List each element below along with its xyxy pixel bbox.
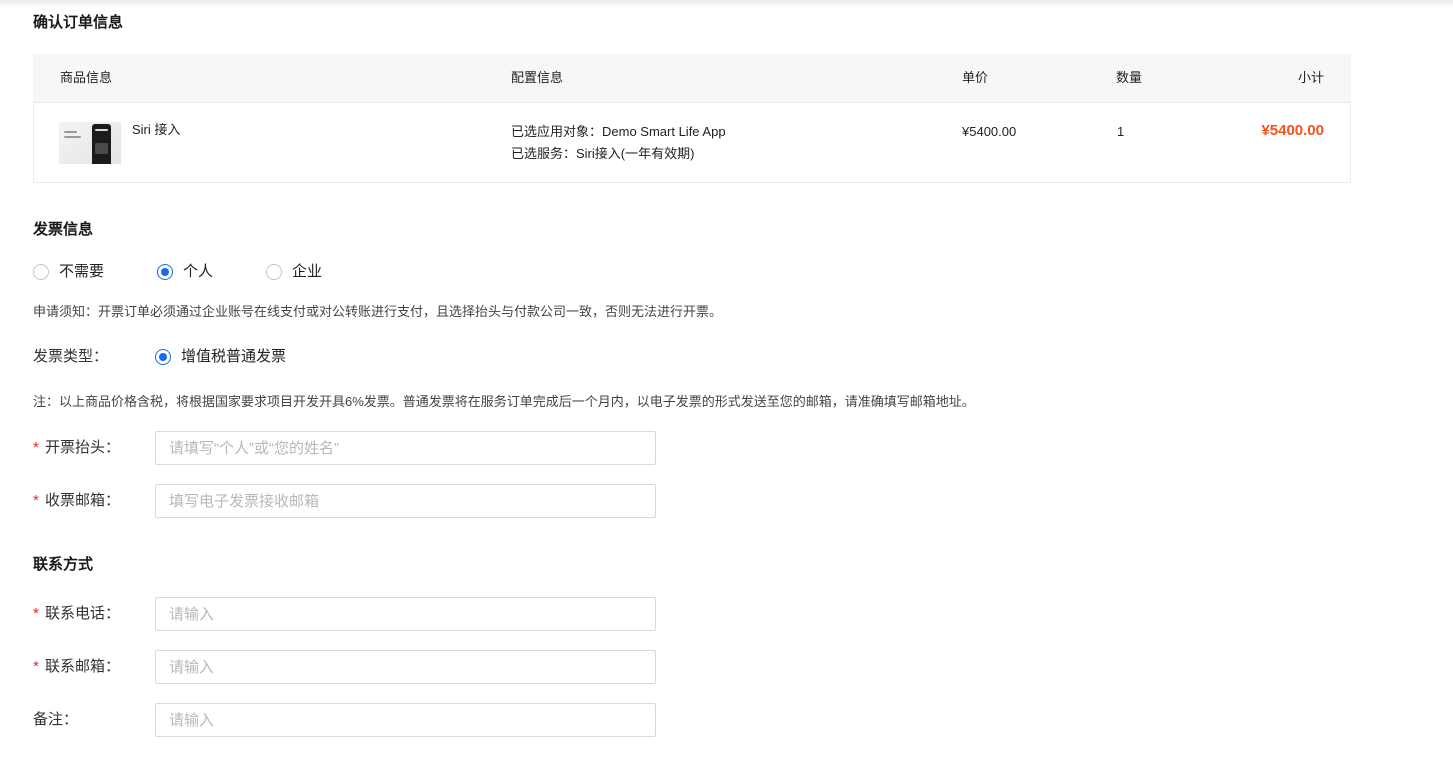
radio-vat-normal[interactable] xyxy=(155,349,171,365)
invoice-email-input[interactable] xyxy=(155,484,656,518)
contact-phone-label: * 联系电话： xyxy=(33,597,120,631)
order-section-title: 确认订单信息 xyxy=(33,14,124,31)
radio-label-vat-normal: 增值税普通发票 xyxy=(181,348,287,365)
config-info: 已选应用对象：Demo Smart Life App 已选服务：Siri接入(一… xyxy=(511,121,726,165)
required-mark: * xyxy=(33,439,39,456)
invoice-email-row: * 收票邮箱： xyxy=(33,484,656,518)
table-header: 商品信息 配置信息 单价 数量 小计 xyxy=(33,54,1351,102)
product-name: Siri 接入 xyxy=(132,122,181,137)
remark-row: 备注： xyxy=(33,703,656,737)
invoice-type-label: 发票类型： xyxy=(33,348,109,365)
radio-company[interactable] xyxy=(266,264,283,280)
siri-product-thumbnail xyxy=(59,122,121,164)
thumbnail-caption-line xyxy=(64,136,81,138)
invoice-notice: 申请须知：开票订单必须通过企业账号在线支付或对公转账进行支付，且选择抬头与付款公… xyxy=(33,304,723,319)
radio-label-personal: 个人 xyxy=(183,263,214,280)
config-line-app: 已选应用对象：Demo Smart Life App xyxy=(511,124,726,139)
phone-mockup-icon xyxy=(92,124,111,164)
column-header-product: 商品信息 xyxy=(60,70,113,85)
contact-email-label-text: 联系邮箱： xyxy=(45,658,121,675)
remark-input[interactable] xyxy=(155,703,656,737)
radio-option-personal[interactable]: 个人 xyxy=(157,262,213,282)
invoice-title-row: * 开票抬头： xyxy=(33,431,656,465)
invoice-note: 注：以上商品价格含税，将根据国家要求项目开发开具6%发票。普通发票将在服务订单完… xyxy=(33,394,975,409)
contact-phone-row: * 联系电话： xyxy=(33,597,656,631)
quantity: 1 xyxy=(1117,124,1125,139)
radio-personal[interactable] xyxy=(157,264,174,280)
invoice-title-label: * 开票抬头： xyxy=(33,431,120,465)
header-shadow xyxy=(0,0,1453,8)
invoice-title-input[interactable] xyxy=(155,431,656,465)
column-header-config: 配置信息 xyxy=(511,70,564,85)
config-line-service: 已选服务：Siri接入(一年有效期) xyxy=(511,146,695,161)
contact-email-row: * 联系邮箱： xyxy=(33,650,656,684)
order-table: 商品信息 配置信息 单价 数量 小计 Siri 接入 已选应用对象：Demo S… xyxy=(33,54,1351,183)
invoice-email-label-text: 收票邮箱： xyxy=(45,492,121,509)
required-mark: * xyxy=(33,492,39,509)
radio-label-company: 企业 xyxy=(292,263,323,280)
radio-none[interactable] xyxy=(33,264,49,280)
radio-option-company[interactable]: 企业 xyxy=(266,262,322,282)
remark-label: 备注： xyxy=(33,711,79,728)
radio-label-none: 不需要 xyxy=(59,263,105,280)
unit-price: ¥5400.00 xyxy=(962,124,1017,139)
contact-section-title: 联系方式 xyxy=(33,556,94,573)
column-header-quantity: 数量 xyxy=(1116,70,1143,85)
table-row: Siri 接入 已选应用对象：Demo Smart Life App 已选服务：… xyxy=(33,102,1351,183)
column-header-price: 单价 xyxy=(962,70,989,85)
required-mark: * xyxy=(33,605,39,622)
radio-option-none[interactable]: 不需要 xyxy=(33,262,104,282)
invoice-need-radio-group: 不需要 个人 企业 xyxy=(33,262,322,282)
required-mark: * xyxy=(33,658,39,675)
invoice-title-label-text: 开票抬头： xyxy=(45,439,121,456)
column-header-subtotal: 小计 xyxy=(1297,70,1324,85)
contact-email-label: * 联系邮箱： xyxy=(33,650,120,684)
radio-option-vat-normal[interactable]: 增值税普通发票 xyxy=(155,347,286,367)
invoice-type-row: 发票类型： 增值税普通发票 xyxy=(33,347,433,367)
contact-email-input[interactable] xyxy=(155,650,656,684)
thumbnail-caption-line xyxy=(64,131,77,133)
order-confirm-page: 确认订单信息 商品信息 配置信息 单价 数量 小计 Siri 接入 已选应用对象… xyxy=(0,0,1453,773)
invoice-section-title: 发票信息 xyxy=(33,221,94,238)
subtotal: ¥5400.00 xyxy=(1261,122,1324,139)
contact-phone-input[interactable] xyxy=(155,597,656,631)
contact-phone-label-text: 联系电话： xyxy=(45,605,121,622)
invoice-email-label: * 收票邮箱： xyxy=(33,484,120,518)
